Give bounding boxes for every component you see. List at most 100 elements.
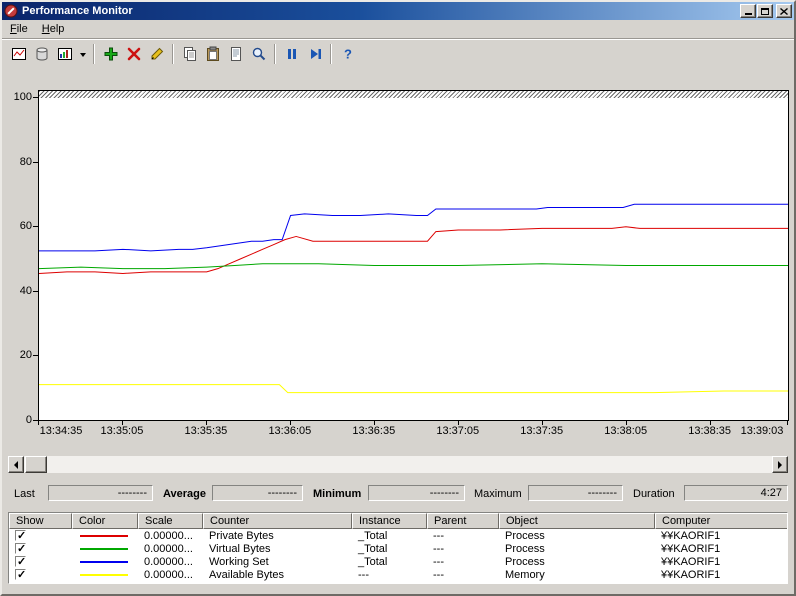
cell-color	[72, 560, 138, 563]
cell-instance: _Total	[358, 542, 388, 555]
y-axis-label: 60	[19, 220, 32, 233]
title-bar[interactable]: Performance Monitor	[2, 2, 794, 20]
counter-legend: Show Color Scale Counter Instance Parent Objec…	[8, 512, 788, 584]
close-icon	[780, 7, 788, 15]
column-header-computer[interactable]: Computer	[655, 513, 787, 529]
x-axis-tick	[457, 421, 459, 425]
x-axis-label: 13:34:35	[39, 425, 83, 437]
maximum-value: --------	[528, 485, 623, 501]
minimum-label: Minimum	[313, 488, 362, 500]
highlight-button[interactable]	[145, 43, 168, 65]
cell-computer: ¥¥KAORIF1	[661, 568, 721, 581]
color-sample	[80, 534, 128, 537]
y-axis-label: 100	[13, 91, 32, 103]
properties-button[interactable]	[224, 43, 247, 65]
x-axis-label: 13:38:35	[688, 425, 732, 437]
minimize-button[interactable]	[740, 4, 756, 18]
counter-row[interactable]: 0.00000... Available Bytes --- --- Memory ¥¥K…	[9, 568, 787, 581]
cell-show	[9, 530, 72, 541]
average-value: --------	[212, 485, 303, 501]
menu-file[interactable]: File	[3, 21, 35, 37]
cell-object: Memory	[505, 568, 545, 581]
scroll-left-button[interactable]	[8, 456, 24, 473]
counter-row[interactable]: 0.00000... Working Set _Total --- Process ¥¥K…	[9, 555, 787, 568]
x-axis-tick	[121, 421, 123, 425]
arrow-right-icon	[778, 460, 782, 469]
counter-table-header: Show Color Scale Counter Instance Parent Objec…	[9, 513, 787, 529]
view-log-data-button[interactable]	[30, 43, 53, 65]
column-header-counter[interactable]: Counter	[203, 513, 352, 529]
column-header-show[interactable]: Show	[9, 513, 72, 529]
add-counter-button[interactable]	[99, 43, 122, 65]
help-button[interactable]: ?	[336, 43, 359, 65]
duration-label: Duration	[633, 488, 675, 500]
change-graph-type-button[interactable]	[53, 43, 76, 65]
performance-monitor-window: Performance Monitor File Help ? 0 20 40 …	[0, 0, 796, 596]
show-checkbox[interactable]	[15, 556, 26, 567]
cell-counter: Virtual Bytes	[209, 542, 271, 555]
cell-computer: ¥¥KAORIF1	[661, 555, 721, 568]
counter-row[interactable]: 0.00000... Virtual Bytes _Total --- Process ¥…	[9, 542, 787, 555]
copy-properties-button[interactable]	[178, 43, 201, 65]
column-header-scale[interactable]: Scale	[138, 513, 203, 529]
x-axis-label: 13:37:05	[436, 425, 480, 437]
column-header-color[interactable]: Color	[72, 513, 138, 529]
toolbar-separator	[172, 44, 174, 64]
menu-help[interactable]: Help	[35, 21, 72, 37]
x-axis-label: 13:37:35	[520, 425, 564, 437]
series-virtual-bytes	[39, 263, 788, 270]
app-icon	[4, 4, 18, 18]
counter-row[interactable]: 0.00000... Private Bytes _Total --- Process ¥…	[9, 529, 787, 542]
menu-bar: File Help	[2, 20, 794, 38]
show-checkbox[interactable]	[15, 569, 26, 580]
x-axis-tick	[373, 421, 375, 425]
x-axis-tick	[625, 421, 627, 425]
cell-computer: ¥¥KAORIF1	[661, 529, 721, 542]
horizontal-scrollbar[interactable]	[8, 456, 788, 473]
x-axis-label: 13:35:05	[100, 425, 144, 437]
maximize-button[interactable]	[757, 4, 773, 18]
column-header-parent[interactable]: Parent	[427, 513, 499, 529]
show-checkbox[interactable]	[15, 530, 26, 541]
last-value: --------	[48, 485, 153, 501]
cell-show	[9, 543, 72, 554]
show-checkbox[interactable]	[15, 543, 26, 554]
cell-color	[72, 534, 138, 537]
x-axis-tick	[205, 421, 207, 425]
paste-icon	[206, 46, 219, 61]
delete-counter-button[interactable]	[122, 43, 145, 65]
x-axis-tick	[709, 421, 711, 425]
arrow-left-icon	[14, 460, 18, 469]
color-sample	[80, 560, 128, 563]
cell-scale: 0.00000...	[144, 555, 193, 568]
view-current-activity-button[interactable]	[7, 43, 30, 65]
scrollbar-thumb[interactable]	[25, 456, 47, 473]
cell-counter: Working Set	[209, 555, 269, 568]
cell-counter: Available Bytes	[209, 568, 285, 581]
minimum-value: --------	[368, 485, 465, 501]
column-header-object[interactable]: Object	[499, 513, 655, 529]
scroll-right-button[interactable]	[772, 456, 788, 473]
series-working-set	[39, 203, 788, 252]
close-button[interactable]	[776, 4, 792, 18]
x-axis-tick	[289, 421, 291, 425]
graph-type-dropdown-button[interactable]	[76, 43, 89, 65]
x-axis-tick	[38, 421, 39, 425]
pencil-icon	[151, 47, 163, 60]
delete-icon	[127, 47, 140, 61]
update-data-button[interactable]	[303, 43, 326, 65]
x-axis-label: 13:38:05	[604, 425, 648, 437]
column-header-instance[interactable]: Instance	[352, 513, 427, 529]
cell-instance: _Total	[358, 529, 388, 542]
freeze-display-button[interactable]	[280, 43, 303, 65]
paste-counter-list-button[interactable]	[201, 43, 224, 65]
zoom-button[interactable]	[247, 43, 270, 65]
cell-parent: ---	[433, 542, 444, 555]
x-axis-label: 13:36:35	[352, 425, 396, 437]
cell-object: Process	[505, 555, 545, 568]
magnifier-icon	[252, 47, 265, 61]
cell-show	[9, 569, 72, 580]
add-icon	[104, 47, 117, 61]
x-axis-label: 13:36:05	[268, 425, 312, 437]
change-graph-type-icon	[57, 48, 72, 60]
